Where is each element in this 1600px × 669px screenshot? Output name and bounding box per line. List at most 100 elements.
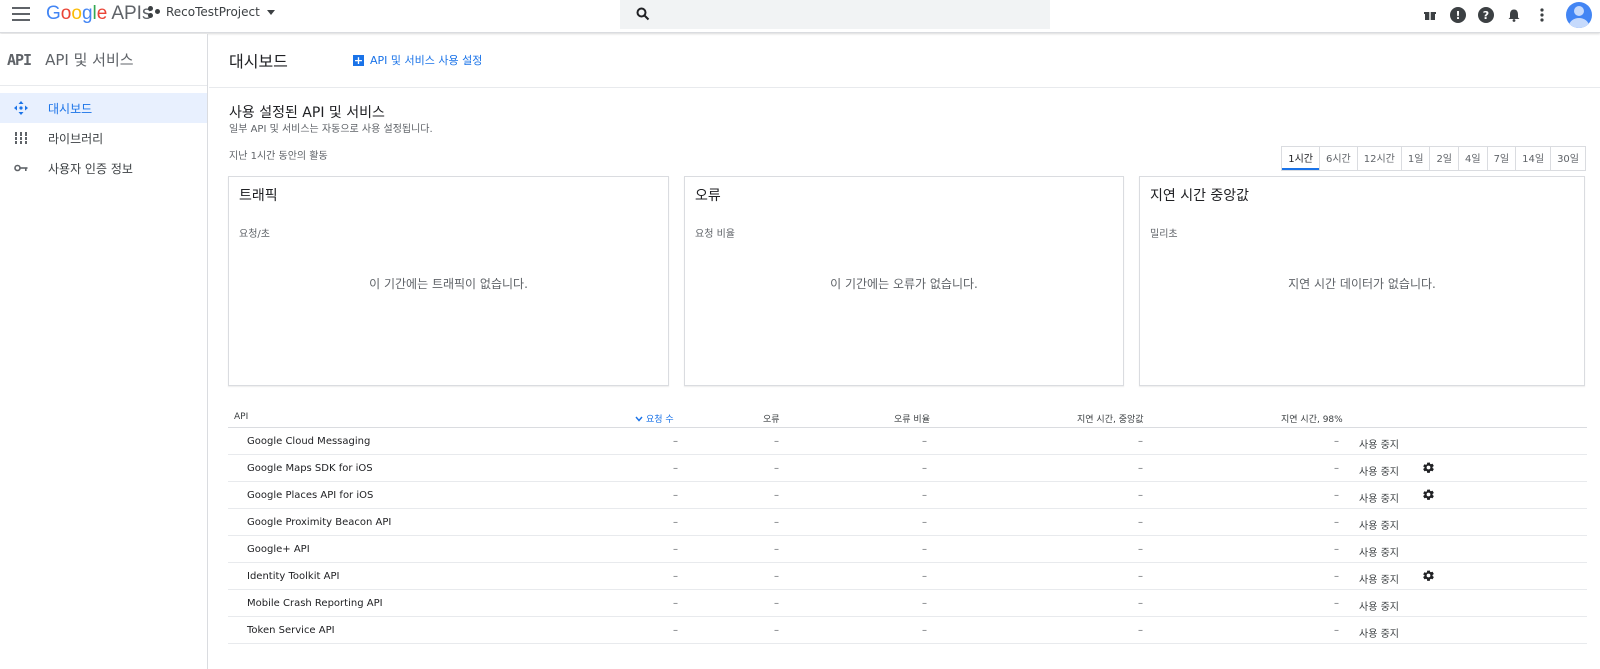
header-errors[interactable]: 오류 [763,412,780,425]
range-option[interactable]: 6시간 [1318,147,1357,170]
top-app-bar: Google APIs RecoTestProject ! ? [0,0,1600,33]
api-name-link[interactable]: Google+ API [247,544,310,555]
chevron-down-icon [266,9,275,15]
enable-apis-button[interactable]: + API 및 서비스 사용 설정 [353,52,482,68]
main-content: 대시보드 + API 및 서비스 사용 설정 사용 설정된 API 및 서비스 … [209,34,1600,669]
sidebar-item-label: 라이브러리 [48,131,104,146]
table-body: Google Cloud Messaging – – – – – 사용 중지 Google M… [228,428,1587,644]
range-option[interactable]: 4일 [1458,147,1487,170]
cell-errors: – [774,625,779,636]
range-option[interactable]: 30일 [1550,147,1585,170]
api-name-link[interactable]: Mobile Crash Reporting API [247,598,383,609]
google-apis-logo[interactable]: Google APIs [46,3,151,25]
project-selector[interactable]: RecoTestProject [148,5,275,19]
cell-error-rate: – [922,490,927,501]
cell-errors: – [774,571,779,582]
cell-latency-98: – [1334,517,1339,528]
disable-button[interactable]: 사용 중지 [1359,571,1399,586]
gift-icon[interactable] [1422,7,1438,23]
range-option[interactable]: 1일 [1400,147,1430,170]
header-error-rate[interactable]: 오류 비율 [894,412,930,425]
disable-button[interactable]: 사용 중지 [1359,544,1399,559]
cell-latency-median: – [1138,463,1143,474]
range-option[interactable]: 12시간 [1356,147,1401,170]
card-title: 오류 [695,188,721,204]
cell-error-rate: – [922,544,927,555]
search-bar[interactable] [620,0,1050,29]
cell-requests: – [673,544,678,555]
errors-card: 오류 요청 비율 이 기간에는 오류가 없습니다. [684,176,1124,386]
more-vert-icon[interactable] [1534,7,1550,23]
cell-error-rate: – [922,598,927,609]
cell-errors: – [774,544,779,555]
cell-error-rate: – [922,517,927,528]
cell-latency-median: – [1138,517,1143,528]
table-header: API 요청 수 오류 오류 비율 지연 시간, 중앙값 지연 시간, 98% [228,406,1587,428]
help-icon[interactable]: ? [1478,7,1494,23]
table-row: Google Cloud Messaging – – – – – 사용 중지 [228,428,1587,455]
cell-requests: – [673,598,678,609]
header-api[interactable]: API [234,412,248,422]
section-subtitle: 일부 API 및 서비스는 자동으로 사용 설정됩니다. [229,124,433,135]
cell-requests: – [673,571,678,582]
cell-error-rate: – [922,625,927,636]
api-table: API 요청 수 오류 오류 비율 지연 시간, 중앙값 지연 시간, 98% … [228,406,1587,644]
api-name-link[interactable]: Google Maps SDK for iOS [247,463,373,474]
api-name-link[interactable]: Google Places API for iOS [247,490,373,501]
disable-button[interactable]: 사용 중지 [1359,517,1399,532]
sidebar-item-credentials[interactable]: 사용자 인증 정보 [0,153,207,183]
table-row: Google Places API for iOS – – – – – 사용 중지 [228,482,1587,509]
search-icon [636,7,650,21]
api-name-link[interactable]: Token Service API [247,625,335,636]
feedback-icon[interactable]: ! [1450,7,1466,23]
sidebar-item-label: 대시보드 [48,101,93,116]
range-option[interactable]: 7일 [1486,147,1516,170]
range-option[interactable]: 14일 [1515,147,1550,170]
sidebar-item-dashboard[interactable]: 대시보드 [0,93,207,123]
api-name-link[interactable]: Identity Toolkit API [247,571,339,582]
card-empty-message: 지연 시간 데이터가 없습니다. [1288,277,1436,291]
range-option[interactable]: 2일 [1429,147,1458,170]
card-title: 트래픽 [239,188,278,204]
disable-button[interactable]: 사용 중지 [1359,463,1399,478]
table-row: Google+ API – – – – – 사용 중지 [228,536,1587,563]
cell-latency-median: – [1138,598,1143,609]
api-name-link[interactable]: Google Proximity Beacon API [247,517,391,528]
api-name-link[interactable]: Google Cloud Messaging [247,436,370,447]
key-icon [14,161,28,175]
cell-requests: – [673,517,678,528]
disable-button[interactable]: 사용 중지 [1359,490,1399,505]
header-requests-label: 요청 수 [646,415,674,425]
bell-icon[interactable] [1506,7,1522,23]
gear-icon[interactable] [1422,569,1435,585]
cell-latency-median: – [1138,625,1143,636]
page-header: 대시보드 + API 및 서비스 사용 설정 [209,34,1600,88]
disable-button[interactable]: 사용 중지 [1359,436,1399,451]
card-title: 지연 시간 중앙값 [1150,188,1250,204]
latency-card: 지연 시간 중앙값 밀리초 지연 시간 데이터가 없습니다. [1139,176,1585,386]
header-requests[interactable]: 요청 수 [635,412,674,425]
enable-apis-label: API 및 서비스 사용 설정 [370,54,483,67]
cell-latency-98: – [1334,544,1339,555]
menu-icon[interactable] [12,7,30,21]
cell-errors: – [774,490,779,501]
cell-error-rate: – [922,571,927,582]
cell-requests: – [673,490,678,501]
gear-icon[interactable] [1422,461,1435,477]
gear-icon[interactable] [1422,488,1435,504]
sidebar-item-label: 사용자 인증 정보 [48,161,133,176]
disable-button[interactable]: 사용 중지 [1359,625,1399,640]
range-option[interactable]: 1시간 [1282,147,1319,170]
project-name: RecoTestProject [166,5,260,19]
disable-button[interactable]: 사용 중지 [1359,598,1399,613]
card-empty-message: 이 기간에는 오류가 없습니다. [830,277,978,291]
section-title: 사용 설정된 API 및 서비스 [229,105,385,121]
header-latency-98[interactable]: 지연 시간, 98% [1281,412,1343,425]
account-icon[interactable] [1566,2,1592,28]
time-range-selector: 1시간 6시간 12시간 1일 2일 4일 7일 14일 30일 [1281,146,1586,171]
sidebar-title: API 및 서비스 [45,51,134,69]
logo-google-text: Google [46,3,108,24]
sidebar-item-library[interactable]: 라이브러리 [0,123,207,153]
sort-desc-icon [635,416,643,422]
header-latency-median[interactable]: 지연 시간, 중앙값 [1077,412,1144,425]
